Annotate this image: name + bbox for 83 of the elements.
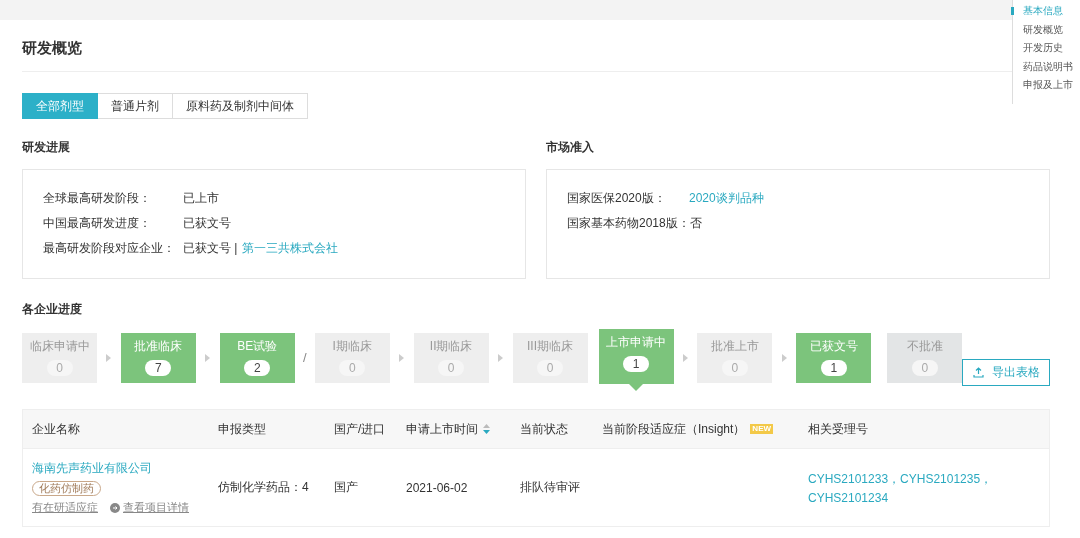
- field-value: 否: [689, 214, 702, 232]
- count-badge: 1: [623, 356, 650, 372]
- field-value: 已上市: [183, 189, 219, 207]
- arrow-icon: [683, 354, 688, 362]
- count-badge: 7: [145, 360, 172, 376]
- new-badge: NEW: [750, 424, 774, 434]
- count-badge: 0: [721, 360, 748, 376]
- field-label: 全球最高研发阶段：: [43, 189, 152, 207]
- company-link[interactable]: 海南先声药业有限公司: [32, 460, 152, 477]
- section-title: 研发进展: [22, 139, 71, 156]
- nav-item[interactable]: 研发概览: [1023, 21, 1080, 38]
- stage-card[interactable]: BE试验 2: [219, 333, 295, 383]
- count-badge: 0: [911, 360, 938, 376]
- tab[interactable]: 原料药及制剂中间体: [173, 93, 308, 119]
- active-indicator: [1011, 7, 1014, 15]
- nav-item[interactable]: 药品说明书: [1023, 58, 1080, 75]
- stage-label: 批准上市: [710, 338, 759, 355]
- count-badge: 0: [339, 360, 366, 376]
- export-button[interactable]: 导出表格: [962, 359, 1051, 386]
- stage-label: 临床申请中: [29, 338, 90, 355]
- stage-label: 已获文号: [809, 338, 858, 355]
- stage-card[interactable]: II期临床 0: [413, 333, 489, 383]
- count-badge: 2: [244, 360, 271, 376]
- column-header: 当前状态: [520, 420, 568, 438]
- column-header: 当前阶段适应症（Insight）: [602, 420, 746, 438]
- upload-icon: [972, 367, 984, 378]
- field-label: 最高研发阶段对应企业：: [43, 239, 176, 257]
- sort-icon[interactable]: [483, 424, 490, 434]
- count-badge: 0: [438, 360, 465, 376]
- stage-card[interactable]: 不批准 0: [887, 333, 963, 383]
- stage-label: II期临床: [429, 338, 473, 355]
- tab[interactable]: 全部剂型: [22, 93, 98, 119]
- column-header: 相关受理号: [808, 420, 868, 438]
- receipt-link[interactable]: CYHS2101235，: [900, 470, 993, 488]
- field-value: 已获文号 |: [183, 239, 238, 257]
- stage-label: 批准临床: [134, 338, 183, 355]
- stage-card[interactable]: 批准临床 7: [120, 333, 196, 383]
- count-badge: 1: [820, 360, 847, 376]
- stage-card[interactable]: 上市申请中 1: [598, 329, 674, 384]
- nav-item[interactable]: 基本信息: [1023, 3, 1080, 20]
- table-cell-text: 仿制化学药品：4: [218, 479, 310, 496]
- separator-slash: /: [301, 349, 308, 367]
- column-header[interactable]: 申请上市时间: [406, 420, 478, 438]
- table-cell-text: 2021-06-02: [406, 480, 469, 495]
- detail-link[interactable]: 查看项目详情: [110, 500, 189, 515]
- link[interactable]: 2020谈判品种: [689, 189, 764, 207]
- stage-label: III期临床: [527, 338, 574, 355]
- stage-card[interactable]: I期临床 0: [314, 333, 390, 383]
- stage-card[interactable]: 批准上市 0: [697, 333, 773, 383]
- table-cell-text: 国产: [334, 479, 359, 496]
- receipt-link[interactable]: CYHS2101234: [808, 490, 889, 505]
- column-header: 企业名称: [32, 420, 80, 438]
- stage-card[interactable]: 临床申请中 0: [22, 333, 97, 383]
- arrow-icon: [498, 354, 504, 362]
- field-label: 国家基本药物2018版：: [567, 214, 690, 232]
- link[interactable]: 第一三共株式会社: [242, 239, 339, 257]
- arrow-icon: [399, 354, 405, 362]
- arrow-icon: [106, 354, 112, 362]
- nav-item[interactable]: 开发历史: [1023, 40, 1080, 57]
- stage-label: BE试验: [237, 338, 278, 355]
- arrow-icon: [781, 354, 787, 362]
- pointer-notch: [629, 384, 644, 391]
- field-value: 已获文号: [183, 214, 231, 232]
- section-title: 市场准入: [546, 139, 595, 156]
- table-cell-text: 排队待审评: [520, 479, 581, 496]
- count-badge: 0: [537, 360, 564, 376]
- stage-card[interactable]: 已获文号 1: [796, 333, 872, 383]
- field-label: 中国最高研发进度：: [43, 214, 152, 232]
- stage-card[interactable]: III期临床 0: [512, 333, 588, 383]
- tab[interactable]: 普通片剂: [98, 93, 173, 119]
- field-label: 国家医保2020版：: [567, 189, 667, 207]
- indication-link[interactable]: 有在研适应症: [32, 500, 98, 515]
- nav-item[interactable]: 申报及上市: [1023, 77, 1080, 94]
- arrow-circle-icon: [110, 502, 120, 513]
- stage-label: 不批准: [906, 338, 943, 355]
- column-header: 国产/进口: [334, 420, 386, 438]
- section-title: 各企业进度: [22, 301, 83, 318]
- receipt-link[interactable]: CYHS2101233，: [808, 470, 901, 488]
- count-badge: 0: [46, 360, 73, 376]
- stage-label: 上市申请中: [606, 334, 667, 351]
- arrow-icon: [205, 354, 211, 362]
- stage-label: I期临床: [332, 338, 372, 355]
- column-header: 申报类型: [218, 420, 266, 438]
